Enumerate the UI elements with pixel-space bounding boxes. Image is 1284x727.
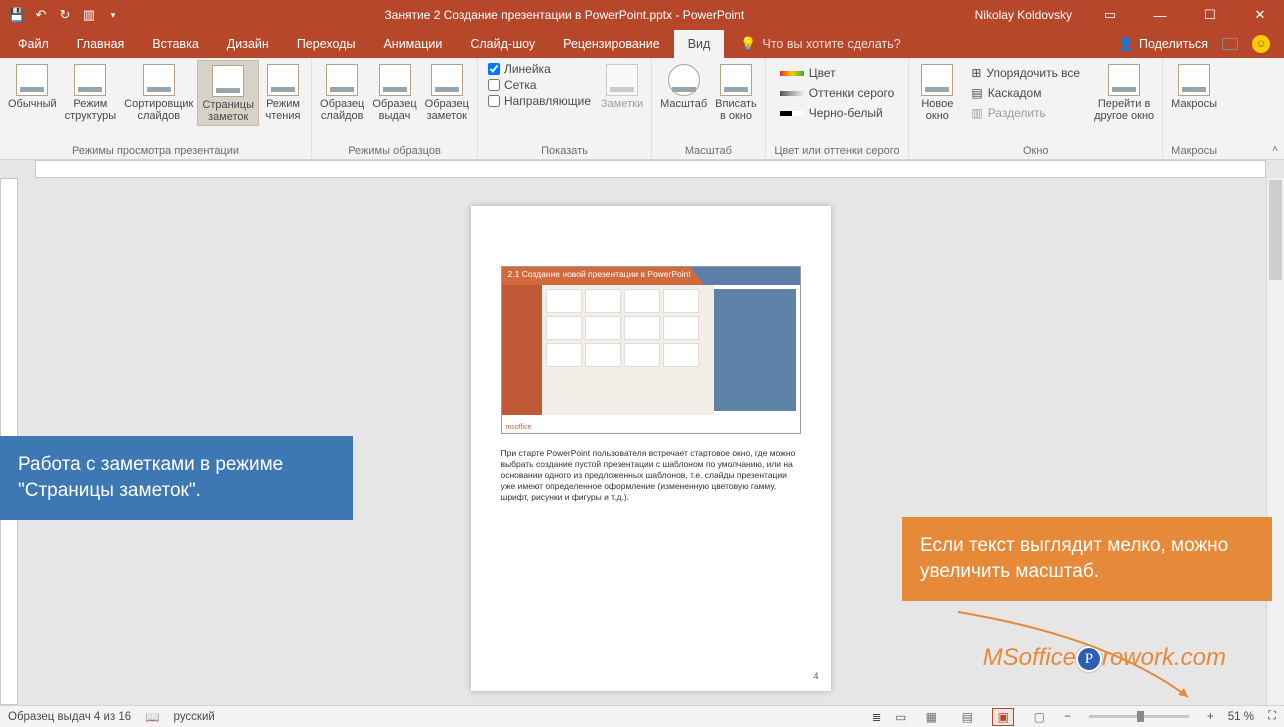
gridlines-checkbox[interactable]: Сетка [488, 78, 591, 92]
user-name[interactable]: Nikolay Koldovsky [967, 8, 1080, 22]
zoom-in-button[interactable]: + [1207, 711, 1214, 723]
tab-insert[interactable]: Вставка [138, 30, 212, 58]
group-color-grayscale: Цвет Оттенки серого Черно-белый Цвет или… [766, 58, 910, 159]
ribbon-tabs: Файл Главная Вставка Дизайн Переходы Ани… [0, 30, 1284, 58]
save-icon[interactable]: 💾 [8, 6, 26, 24]
share-button[interactable]: 👤 Поделиться [1118, 37, 1208, 52]
status-bar: Образец выдач 4 из 16 📖 русский ≣ ▭ ▦ ▤ … [0, 705, 1284, 727]
title-bar: 💾 ↶ ↻ ▥ ▾ Занятие 2 Создание презентации… [0, 0, 1284, 30]
handout-master-button[interactable]: Образец выдач [368, 60, 420, 124]
redo-icon[interactable]: ↻ [56, 6, 74, 24]
notes-pane-button: Заметки [597, 60, 647, 112]
watermark: MSofficeProwork.com [983, 644, 1226, 672]
maximize-button[interactable]: ☐ [1190, 0, 1230, 30]
close-button[interactable]: ✕ [1240, 0, 1280, 30]
macros-button[interactable]: Макросы [1167, 60, 1221, 112]
group-label: Макросы [1167, 143, 1221, 159]
sorter-view-icon[interactable]: ▤ [956, 708, 978, 726]
ruler-checkbox[interactable]: Линейка [488, 62, 591, 76]
quick-access-toolbar: 💾 ↶ ↻ ▥ ▾ [0, 6, 122, 24]
comments-icon[interactable] [1222, 38, 1238, 50]
ribbon: Обычный Режим структуры Сортировщик слай… [0, 58, 1284, 160]
notes-page[interactable]: 2.1 Создание новой презентации в PowerPo… [471, 206, 831, 691]
reading-view-icon[interactable]: ▣ [992, 708, 1014, 726]
annotation-callout-blue: Работа с заметками в режиме "Страницы за… [0, 436, 353, 520]
horizontal-ruler[interactable] [35, 160, 1266, 178]
group-window: Новое окно ⊞Упорядочить все ▤Каскадом ▥Р… [909, 58, 1163, 159]
tab-animations[interactable]: Анимации [369, 30, 456, 58]
page-number: 4 [813, 671, 818, 681]
group-label: Цвет или оттенки серого [770, 143, 905, 159]
slide-master-button[interactable]: Образец слайдов [316, 60, 368, 124]
outline-view-button[interactable]: Режим структуры [61, 60, 121, 124]
slideshow-view-icon[interactable]: ▢ [1028, 708, 1050, 726]
zoom-out-button[interactable]: − [1064, 711, 1071, 723]
zoom-button[interactable]: Масштаб [656, 60, 711, 112]
tell-me-search[interactable]: 💡 Что вы хотите сделать? [724, 30, 900, 58]
slide-title: 2.1 Создание новой презентации в PowerPo… [508, 269, 691, 279]
tab-view[interactable]: Вид [674, 30, 725, 58]
guides-checkbox[interactable]: Направляющие [488, 94, 591, 108]
comments-toggle-icon[interactable]: ▭ [895, 710, 906, 724]
new-window-button[interactable]: Новое окно [913, 60, 961, 124]
fit-to-window-icon[interactable]: ⛶ [1268, 710, 1276, 723]
color-mode-button[interactable]: Цвет [776, 64, 899, 82]
status-language[interactable]: русский [174, 711, 215, 723]
tab-file[interactable]: Файл [4, 30, 63, 58]
share-icon: 👤 [1118, 37, 1134, 52]
grayscale-mode-button[interactable]: Оттенки серого [776, 84, 899, 102]
tab-slideshow[interactable]: Слайд-шоу [456, 30, 549, 58]
group-master-views: Образец слайдов Образец выдач Образец за… [312, 58, 478, 159]
ribbon-display-options-icon[interactable]: ▭ [1090, 0, 1130, 30]
arrange-all-button[interactable]: ⊞Упорядочить все [967, 64, 1084, 82]
group-label: Окно [913, 143, 1158, 159]
notes-page-button[interactable]: Страницы заметок [197, 60, 259, 126]
lightbulb-icon: 💡 [740, 36, 756, 52]
group-label: Масштаб [656, 143, 761, 159]
slide-sorter-button[interactable]: Сортировщик слайдов [120, 60, 197, 124]
normal-view-button[interactable]: Обычный [4, 60, 61, 112]
slide-thumbnail[interactable]: 2.1 Создание новой презентации в PowerPo… [501, 266, 801, 434]
bw-mode-button[interactable]: Черно-белый [776, 104, 899, 122]
group-label: Режимы образцов [316, 143, 473, 159]
qat-customize-icon[interactable]: ▾ [104, 6, 122, 24]
group-macros: Макросы Макросы [1163, 58, 1225, 159]
tab-home[interactable]: Главная [63, 30, 139, 58]
group-zoom: Масштаб Вписать в окно Масштаб [652, 58, 766, 159]
cascade-button[interactable]: ▤Каскадом [967, 84, 1084, 102]
collapse-ribbon-icon[interactable]: ˄ [1272, 144, 1278, 155]
share-label: Поделиться [1139, 37, 1208, 51]
switch-windows-button[interactable]: Перейти в другое окно [1090, 60, 1158, 124]
reading-view-button[interactable]: Режим чтения [259, 60, 307, 124]
notes-master-button[interactable]: Образец заметок [421, 60, 473, 124]
split-button: ▥Разделить [967, 104, 1084, 122]
group-label: Режимы просмотра презентации [4, 143, 307, 159]
tab-transitions[interactable]: Переходы [283, 30, 370, 58]
tell-me-placeholder: Что вы хотите сделать? [763, 37, 901, 51]
start-from-beginning-icon[interactable]: ▥ [80, 6, 98, 24]
notes-toggle-icon[interactable]: ≣ [872, 710, 882, 724]
vertical-scrollbar[interactable] [1266, 178, 1284, 705]
notes-text[interactable]: При старте PowerPoint пользователя встре… [501, 448, 801, 503]
spellcheck-icon[interactable]: 📖 [145, 710, 159, 724]
fit-to-window-button[interactable]: Вписать в окно [711, 60, 761, 124]
minimize-button[interactable]: — [1140, 0, 1180, 30]
group-show: Линейка Сетка Направляющие Заметки Показ… [478, 58, 652, 159]
zoom-level[interactable]: 51 % [1228, 711, 1254, 723]
window-title: Занятие 2 Создание презентации в PowerPo… [122, 8, 967, 22]
tab-review[interactable]: Рецензирование [549, 30, 674, 58]
group-label: Показать [482, 143, 647, 159]
feedback-smiley-icon[interactable]: ☺ [1252, 35, 1270, 53]
undo-icon[interactable]: ↶ [32, 6, 50, 24]
zoom-slider[interactable] [1089, 715, 1189, 718]
group-presentation-views: Обычный Режим структуры Сортировщик слай… [0, 58, 312, 159]
annotation-callout-orange: Если текст выглядит мелко, можно увеличи… [902, 517, 1272, 601]
normal-view-icon[interactable]: ▦ [920, 708, 942, 726]
workspace: 2.1 Создание новой презентации в PowerPo… [0, 160, 1284, 705]
tab-design[interactable]: Дизайн [213, 30, 283, 58]
status-slide-counter[interactable]: Образец выдач 4 из 16 [8, 711, 131, 723]
